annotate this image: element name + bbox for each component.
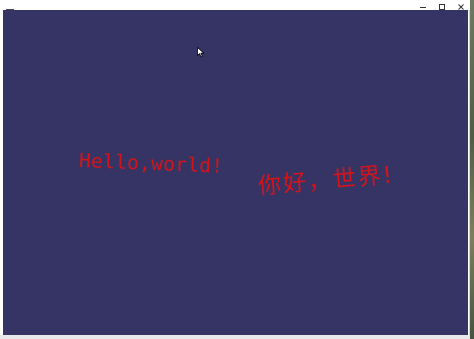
close-button[interactable] [451,0,471,10]
title-bar[interactable] [0,0,471,16]
chinese-greeting-text: 你好，世界! [257,162,396,200]
app-window: Hello,world! 你好，世界! [0,0,470,339]
hello-world-text: Hello,world! [78,149,224,178]
window-bottom-border [0,335,470,339]
render-canvas[interactable]: Hello,world! 你好，世界! [3,10,468,335]
window-icon [6,1,14,16]
mouse-cursor-icon [197,43,205,58]
minimize-button[interactable] [413,0,433,10]
maximize-button[interactable] [432,0,452,10]
desktop-background [470,0,474,339]
